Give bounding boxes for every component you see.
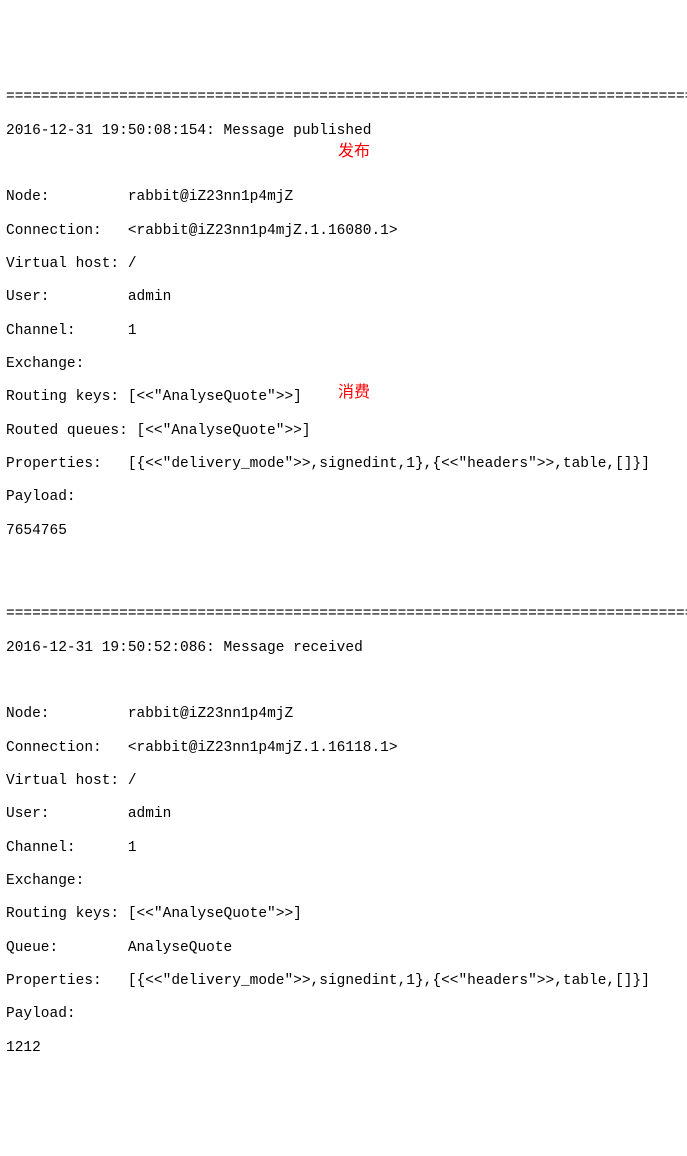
- received-header: 2016-12-31 19:50:52:086: Message receive…: [6, 640, 681, 657]
- rec-payload-label-row: Payload:: [6, 1006, 681, 1023]
- rec-channel-value: 1: [128, 840, 137, 856]
- annotation-publish: 发布: [338, 143, 370, 161]
- rec-exchange-row: Exchange:: [6, 873, 681, 890]
- rec-queue-value: AnalyseQuote: [128, 940, 232, 956]
- rec-queue-label: Queue:: [6, 940, 58, 956]
- rec-connection-row: Connection: <rabbit@iZ23nn1p4mjZ.1.16118…: [6, 740, 681, 757]
- rec-node-label: Node:: [6, 706, 50, 722]
- pub-exchange-label: Exchange:: [6, 356, 84, 372]
- rec-connection-label: Connection:: [6, 740, 102, 756]
- pub-payload-label: Payload:: [6, 489, 76, 505]
- rec-node-row: Node: rabbit@iZ23nn1p4mjZ: [6, 706, 681, 723]
- pub-connection-label: Connection:: [6, 223, 102, 239]
- pub-connection-value: <rabbit@iZ23nn1p4mjZ.1.16080.1>: [128, 223, 398, 239]
- pub-node-value: rabbit@iZ23nn1p4mjZ: [128, 189, 293, 205]
- rec-user-row: User: admin: [6, 806, 681, 823]
- pub-channel-row: Channel: 1: [6, 323, 681, 340]
- rec-connection-value: <rabbit@iZ23nn1p4mjZ.1.16118.1>: [128, 740, 398, 756]
- pub-user-row: User: admin: [6, 289, 681, 306]
- rec-vhost-value: /: [128, 773, 137, 789]
- rec-node-value: rabbit@iZ23nn1p4mjZ: [128, 706, 293, 722]
- pub-rkeys-label: Routing keys:: [6, 389, 119, 405]
- pub-payload-value: 7654765: [6, 523, 681, 540]
- pub-node-row: Node: rabbit@iZ23nn1p4mjZ: [6, 189, 681, 206]
- rec-props-label: Properties:: [6, 973, 102, 989]
- rec-rkeys-row: Routing keys: [<<"AnalyseQuote">>]: [6, 906, 681, 923]
- pub-channel-label: Channel:: [6, 323, 76, 339]
- rec-payload-value: 1212: [6, 1040, 681, 1057]
- pub-exchange-row: Exchange:: [6, 356, 681, 373]
- received-title: Message received: [224, 640, 363, 656]
- rec-queue-row: Queue: AnalyseQuote: [6, 940, 681, 957]
- separator-mid: ========================================…: [6, 606, 681, 623]
- annotation-consume: 消费: [338, 384, 370, 402]
- pub-rqueues-value: [<<"AnalyseQuote">>]: [137, 423, 311, 439]
- published-header: 2016-12-31 19:50:08:154: Message publish…: [6, 123, 681, 140]
- pub-props-label: Properties:: [6, 456, 102, 472]
- pub-payload-label-row: Payload:: [6, 489, 681, 506]
- rec-user-label: User:: [6, 806, 50, 822]
- rec-rkeys-value: [<<"AnalyseQuote">>]: [128, 906, 302, 922]
- pub-vhost-value: /: [128, 256, 137, 272]
- rec-props-row: Properties: [{<<"delivery_mode">>,signed…: [6, 973, 681, 990]
- rec-vhost-label: Virtual host:: [6, 773, 119, 789]
- rec-props-value: [{<<"delivery_mode">>,signedint,1},{<<"h…: [128, 973, 650, 989]
- pub-node-label: Node:: [6, 189, 50, 205]
- pub-vhost-row: Virtual host: /: [6, 256, 681, 273]
- rec-user-value: admin: [128, 806, 172, 822]
- blank: [6, 556, 681, 573]
- blank: [6, 673, 681, 690]
- published-title: Message published: [224, 123, 372, 139]
- published-timestamp: 2016-12-31 19:50:08:154: [6, 123, 206, 139]
- pub-props-row: Properties: [{<<"delivery_mode">>,signed…: [6, 456, 681, 473]
- rec-payload-label: Payload:: [6, 1006, 76, 1022]
- rec-exchange-label: Exchange:: [6, 873, 84, 889]
- rec-channel-label: Channel:: [6, 840, 76, 856]
- rec-vhost-row: Virtual host: /: [6, 773, 681, 790]
- pub-user-value: admin: [128, 289, 172, 305]
- pub-rkeys-value: [<<"AnalyseQuote">>]: [128, 389, 302, 405]
- pub-vhost-label: Virtual host:: [6, 256, 119, 272]
- rec-rkeys-label: Routing keys:: [6, 906, 119, 922]
- pub-connection-row: Connection: <rabbit@iZ23nn1p4mjZ.1.16080…: [6, 223, 681, 240]
- pub-props-value: [{<<"delivery_mode">>,signedint,1},{<<"h…: [128, 456, 650, 472]
- pub-rqueues-row: Routed queues: [<<"AnalyseQuote">>]: [6, 423, 681, 440]
- received-timestamp: 2016-12-31 19:50:52:086: [6, 640, 206, 656]
- pub-channel-value: 1: [128, 323, 137, 339]
- pub-user-label: User:: [6, 289, 50, 305]
- rec-channel-row: Channel: 1: [6, 840, 681, 857]
- pub-rqueues-label: Routed queues:: [6, 423, 128, 439]
- separator-top: ========================================…: [6, 89, 681, 106]
